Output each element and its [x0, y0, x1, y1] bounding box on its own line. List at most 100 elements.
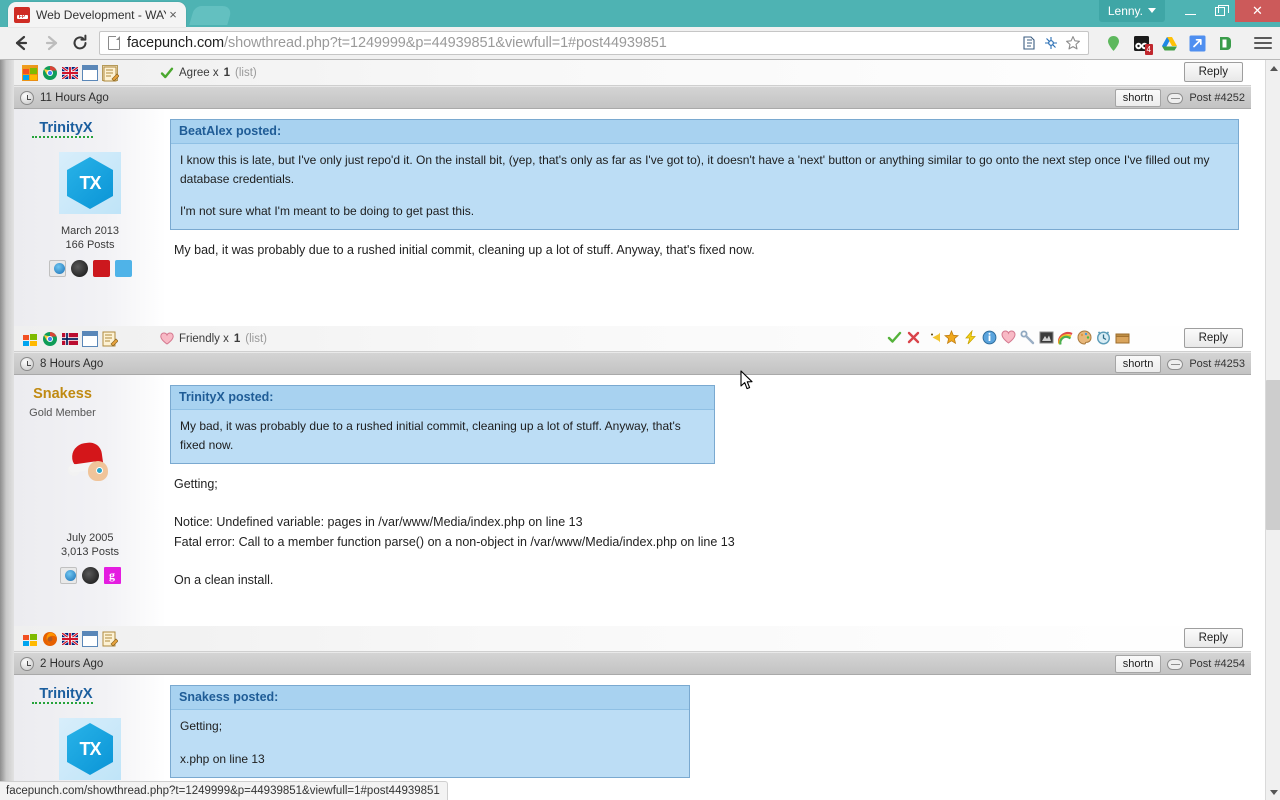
zing-icon[interactable] [963, 329, 979, 346]
page-left-gutter [0, 60, 14, 800]
calendar-icon [82, 64, 98, 81]
page-info-icon [108, 36, 120, 50]
friendly-icon[interactable] [1001, 330, 1017, 346]
homepage-icon[interactable] [59, 567, 77, 584]
twitter-icon[interactable] [114, 260, 132, 277]
url-host: facepunch.com [127, 35, 225, 51]
forward-button[interactable] [37, 30, 64, 57]
close-window-button[interactable]: ✕ [1235, 0, 1280, 22]
scroll-up-icon[interactable] [1266, 60, 1280, 76]
panda-extension-icon[interactable]: 4 [1132, 34, 1153, 55]
tab-title: Web Development - WAY [36, 7, 166, 22]
location-pin-icon[interactable] [1104, 34, 1123, 53]
page-scrollbar[interactable] [1265, 60, 1280, 800]
avatar[interactable]: TX [59, 152, 121, 214]
optimistic-icon[interactable] [1057, 330, 1074, 346]
reply-button[interactable]: Reply [1183, 62, 1243, 82]
username-link[interactable]: TrinityX [32, 120, 93, 138]
post-number[interactable]: Post #4253 [1189, 358, 1245, 370]
username-link[interactable]: Snakess [26, 386, 92, 402]
programming-king-icon[interactable] [1039, 330, 1055, 346]
windows-icon [22, 631, 38, 647]
reply-button[interactable]: Reply [1183, 628, 1243, 648]
steam-icon[interactable] [70, 260, 88, 277]
reload-button[interactable] [66, 30, 93, 57]
post-bar-4252: 11 Hours Ago shortn Post #4252 [14, 86, 1251, 109]
flag-norway-icon [62, 331, 78, 347]
mindmap-icon[interactable] [1043, 35, 1059, 51]
artistic-icon[interactable] [1077, 330, 1093, 346]
new-tab-button[interactable] [189, 6, 233, 25]
evernote-clip-icon[interactable] [1021, 35, 1037, 51]
avatar-initials: TX [67, 157, 113, 209]
useful-icon[interactable] [1020, 330, 1036, 346]
homepage-icon[interactable] [48, 260, 66, 277]
post-rating-agree[interactable]: Agree x 1 (list) [160, 66, 257, 80]
post-number[interactable]: Post #4254 [1189, 658, 1245, 670]
profile-name: Lenny. [1107, 3, 1143, 18]
post-trinityx-1: TrinityX TX March 2013 166 Posts BeatAle… [14, 109, 1251, 326]
url-path: /showthread.php?t=1249999&p=44939851&vie… [224, 35, 667, 51]
late-icon[interactable] [1096, 330, 1112, 346]
evernote-icon[interactable] [1216, 34, 1235, 53]
rating-list-link[interactable]: (list) [245, 333, 267, 345]
social-links: g [14, 567, 166, 584]
rate-post-icons [887, 329, 1131, 346]
minimize-button[interactable] [1175, 0, 1205, 22]
shortn-button[interactable]: shortn [1114, 655, 1162, 673]
user-panel-trinityx-2: TrinityX TX [14, 675, 166, 798]
windows-icon [22, 331, 38, 347]
reply-button[interactable]: Reply [1183, 328, 1243, 348]
scrollbar-thumb[interactable] [1266, 380, 1280, 530]
google-drive-icon[interactable] [1160, 34, 1179, 53]
post-rating-friendly[interactable]: Friendly x 1 (list) [160, 332, 267, 345]
post-number[interactable]: Post #4252 [1189, 92, 1245, 104]
chrome-menu-button[interactable] [1254, 37, 1272, 49]
youtube-icon[interactable] [92, 260, 110, 277]
quote-paragraph: My bad, it was probably due to a rushed … [180, 419, 681, 452]
permalink-icon[interactable] [1167, 92, 1184, 104]
browser-tab-active[interactable]: FP Web Development - WAY × [8, 2, 186, 27]
username-link[interactable]: TrinityX [32, 686, 93, 704]
winner-icon[interactable] [943, 329, 960, 346]
santa-avatar [64, 441, 116, 493]
post-trinityx-2: TrinityX TX Snakess posted: Getting; x.p… [14, 675, 1251, 798]
tab-strip: FP Web Development - WAY × Lenny. ✕ [0, 0, 1280, 27]
chrome-profile-button[interactable]: Lenny. [1098, 0, 1165, 22]
rating-label: Agree x [179, 66, 219, 79]
quote-author: BeatAlex posted: [171, 120, 1238, 144]
address-bar[interactable]: facepunch.com/showthread.php?t=1249999&p… [99, 31, 1089, 55]
permalink-icon[interactable] [1167, 658, 1184, 670]
window-controls: Lenny. ✕ [1098, 0, 1280, 22]
maximize-button[interactable] [1205, 0, 1235, 22]
bookmark-star-icon[interactable] [1065, 35, 1081, 51]
post-text: My bad, it was probably due to a rushed … [170, 240, 1239, 260]
quote-block: Snakess posted: Getting; x.php on line 1… [170, 685, 690, 778]
box-icon[interactable] [1115, 330, 1131, 346]
informative-icon[interactable] [982, 330, 998, 346]
post-paragraph: Getting; [174, 477, 218, 491]
heart-icon [160, 332, 174, 345]
calendar-icon [82, 330, 98, 347]
back-button[interactable] [8, 30, 35, 57]
rating-list-link[interactable]: (list) [235, 67, 257, 79]
steam-icon[interactable] [81, 567, 99, 584]
rating-label: Friendly x [179, 332, 229, 345]
scroll-down-icon[interactable] [1266, 784, 1280, 800]
gmod-icon[interactable]: g [103, 567, 121, 584]
status-bar-link: facepunch.com/showthread.php?t=1249999&p… [0, 781, 448, 800]
avatar[interactable]: TX [59, 718, 121, 780]
agree-icon[interactable] [887, 330, 903, 346]
avatar[interactable] [59, 441, 121, 503]
post-paragraph: Notice: Undefined variable: pages in /va… [174, 515, 583, 529]
clock-icon [20, 356, 34, 371]
shortn-button[interactable]: shortn [1114, 355, 1162, 373]
shortn-button[interactable]: shortn [1114, 89, 1162, 107]
post-meta-icons [22, 64, 120, 81]
disagree-icon[interactable] [906, 330, 922, 346]
forum-content: Agree x 1 (list) Reply 11 Hours Ago shor… [14, 60, 1251, 800]
funny-icon[interactable] [925, 330, 953, 346]
permalink-icon[interactable] [1167, 358, 1184, 370]
close-icon[interactable]: × [166, 8, 180, 22]
pocket-share-icon[interactable] [1188, 34, 1207, 53]
